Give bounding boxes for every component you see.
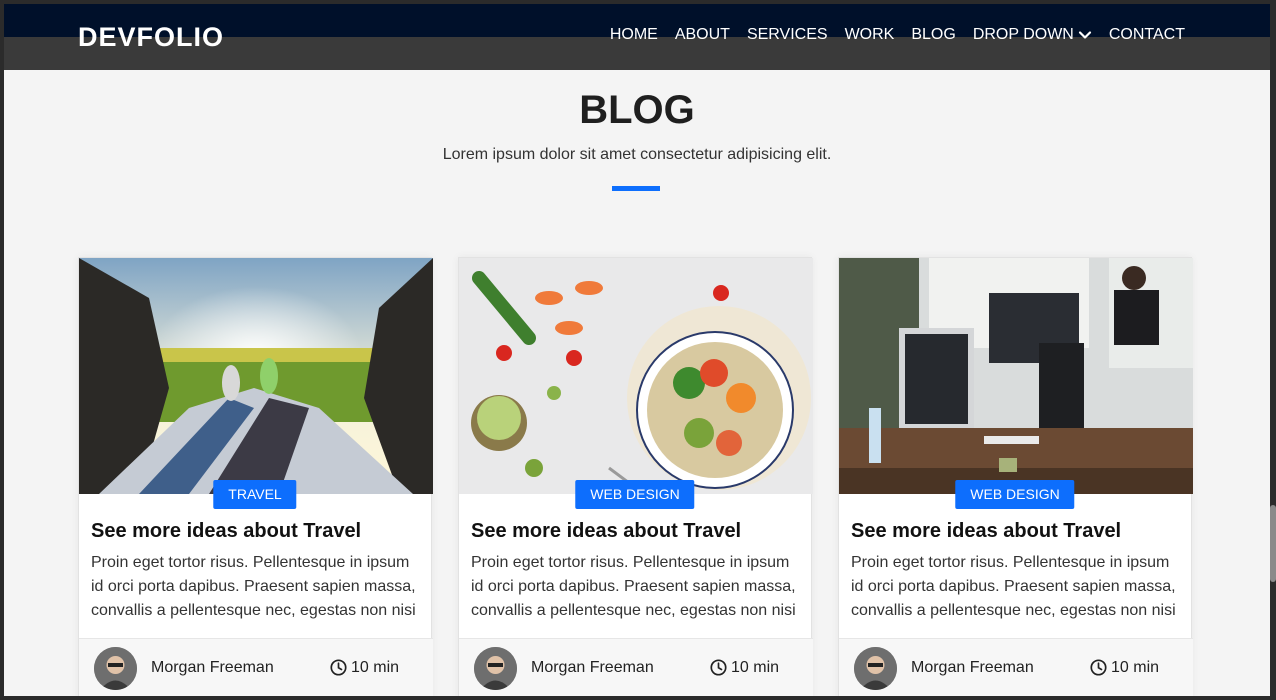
card-title[interactable]: See more ideas about Travel xyxy=(91,520,361,543)
card-image[interactable] xyxy=(839,258,1193,494)
card-excerpt: Proin eget tortor risus. Pellentesque in… xyxy=(471,554,796,619)
category-badge[interactable]: TRAVEL xyxy=(213,480,297,509)
category-badge[interactable]: WEB DESIGN xyxy=(575,480,695,509)
nav-work[interactable]: WORK xyxy=(845,26,895,44)
title-underline xyxy=(612,186,660,191)
main-nav: HOME ABOUT SERVICES WORK BLOG DROP DOWN … xyxy=(610,26,1185,44)
travel-photo xyxy=(79,258,433,494)
card-title[interactable]: See more ideas about Travel xyxy=(471,520,741,543)
card-title[interactable]: See more ideas about Travel xyxy=(851,520,1121,543)
nav-services-label: SERVICES xyxy=(746,26,828,43)
blog-card[interactable]: TRAVEL See more ideas about Travel Proin… xyxy=(78,257,433,696)
nav-home-label: HOME xyxy=(609,26,658,43)
nav-blog-label: BLOG xyxy=(911,26,956,43)
nav-home[interactable]: HOME xyxy=(610,26,658,44)
browser-viewport: DEVFOLIO HOME ABOUT SERVICES WORK BLOG D… xyxy=(4,4,1270,696)
nav-dropdown[interactable]: DROP DOWN xyxy=(973,26,1092,44)
nav-contact[interactable]: CONTACT xyxy=(1109,26,1185,44)
card-footer: Morgan Freeman 10 min xyxy=(839,638,1193,696)
nav-blog[interactable]: BLOG xyxy=(911,26,955,44)
read-time: 10 min xyxy=(1111,659,1160,676)
section-title: BLOG xyxy=(579,88,695,132)
blog-card[interactable]: WEB DESIGN See more ideas about Travel P… xyxy=(838,257,1193,696)
nav-work-label: WORK xyxy=(844,26,895,43)
nav-about[interactable]: ABOUT xyxy=(675,26,730,44)
clock-icon xyxy=(710,659,727,676)
author-name[interactable]: Morgan Freeman xyxy=(151,659,274,677)
avatar xyxy=(94,647,137,690)
card-image[interactable] xyxy=(459,258,813,494)
nav-services[interactable]: SERVICES xyxy=(747,26,828,44)
clock-icon xyxy=(330,659,347,676)
blog-card[interactable]: WEB DESIGN See more ideas about Travel P… xyxy=(458,257,813,696)
food-photo xyxy=(459,258,813,494)
category-badge[interactable]: WEB DESIGN xyxy=(955,480,1075,509)
read-time: 10 min xyxy=(731,659,780,676)
section-subtitle: Lorem ipsum dolor sit amet consectetur a… xyxy=(442,146,832,163)
card-footer: Morgan Freeman 10 min xyxy=(79,638,433,696)
read-time: 10 min xyxy=(351,659,400,676)
author-name[interactable]: Morgan Freeman xyxy=(911,659,1034,677)
avatar xyxy=(474,647,517,690)
navbar: DEVFOLIO HOME ABOUT SERVICES WORK BLOG D… xyxy=(4,4,1270,70)
card-footer: Morgan Freeman 10 min xyxy=(459,638,813,696)
avatar xyxy=(854,647,897,690)
scrollbar-thumb[interactable] xyxy=(1270,505,1276,582)
card-image[interactable] xyxy=(79,258,433,494)
nav-about-label: ABOUT xyxy=(674,26,730,43)
scrollbar[interactable] xyxy=(1270,0,1276,700)
card-excerpt: Proin eget tortor risus. Pellentesque in… xyxy=(851,554,1176,619)
nav-dropdown-label: DROP DOWN xyxy=(972,26,1074,43)
nav-contact-label: CONTACT xyxy=(1108,26,1185,43)
brand-logo[interactable]: DEVFOLIO xyxy=(78,22,224,53)
clock-icon xyxy=(1090,659,1107,676)
author-name[interactable]: Morgan Freeman xyxy=(531,659,654,677)
chevron-down-icon xyxy=(1078,31,1091,39)
office-photo xyxy=(839,258,1193,494)
card-excerpt: Proin eget tortor risus. Pellentesque in… xyxy=(91,554,416,619)
